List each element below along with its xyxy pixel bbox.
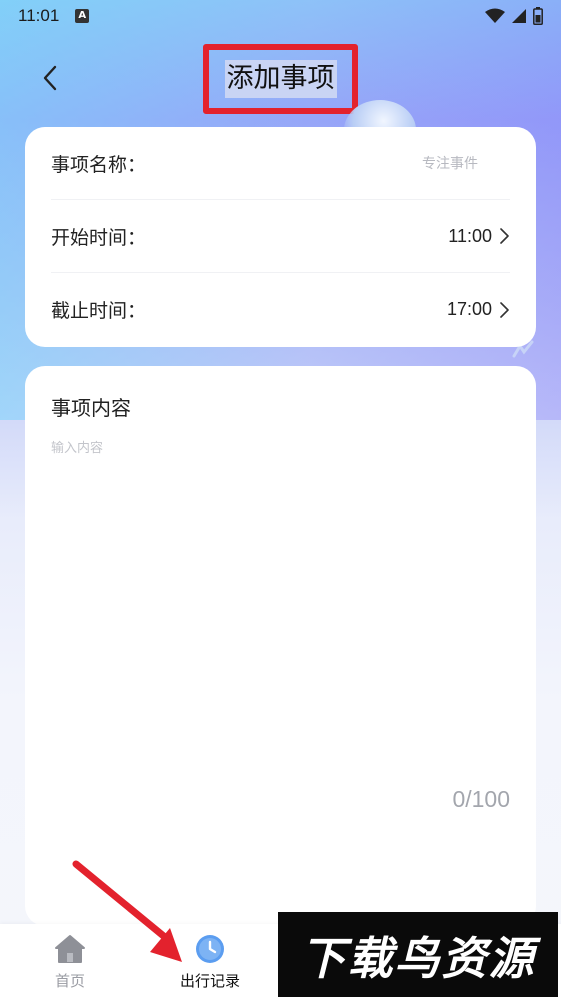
page-title: 添加事项 <box>224 60 337 98</box>
tab-label: 首页 <box>54 972 85 990</box>
wifi-icon <box>485 8 505 23</box>
battery-icon <box>533 7 543 25</box>
tab-label: 出行记录 <box>179 972 240 990</box>
a-icon: A <box>75 9 90 23</box>
end-time-value: 17:00 <box>446 299 492 319</box>
end-time-picker[interactable]: 17:00 <box>447 299 510 320</box>
status-time: 11:01 <box>18 6 60 25</box>
info-card: 事项名称： 专注事件 开始时间： 11:00 截止时间： 17:00 <box>25 127 536 347</box>
status-bar: 11:01 A <box>0 0 561 32</box>
row-start-time[interactable]: 开始时间： 11:00 <box>51 200 510 273</box>
start-time-value: 11:00 <box>448 225 492 246</box>
item-name-input[interactable]: 专注事件 <box>422 153 510 173</box>
chevron-right-icon <box>500 228 509 244</box>
char-counter: 0/100 <box>452 786 510 812</box>
watermark: 下载鸟资源 <box>278 912 558 997</box>
row-label: 事项名称： <box>51 153 147 176</box>
nav-bar: 添加事项 <box>0 44 561 114</box>
chevron-left-icon <box>43 65 57 91</box>
content-card: 事项内容 输入内容 0/100 <box>25 366 536 926</box>
chevron-right-icon <box>500 301 509 318</box>
signal-icon <box>512 9 526 23</box>
red-arrow-annotation <box>72 860 182 962</box>
watermark-text: 下载鸟资源 <box>300 932 536 985</box>
row-end-time[interactable]: 截止时间： 17:00 <box>51 273 510 346</box>
content-input[interactable]: 输入内容 <box>51 437 510 456</box>
title-highlight-box: 添加事项 <box>203 44 358 114</box>
row-item-name[interactable]: 事项名称： 专注事件 <box>51 127 510 200</box>
row-label: 开始时间： <box>51 226 147 249</box>
content-title: 事项内容 <box>51 396 131 420</box>
back-button[interactable] <box>34 62 66 94</box>
start-time-picker[interactable]: 11:00 <box>448 226 510 247</box>
status-icons <box>485 7 543 25</box>
row-label: 截止时间： <box>51 300 147 322</box>
